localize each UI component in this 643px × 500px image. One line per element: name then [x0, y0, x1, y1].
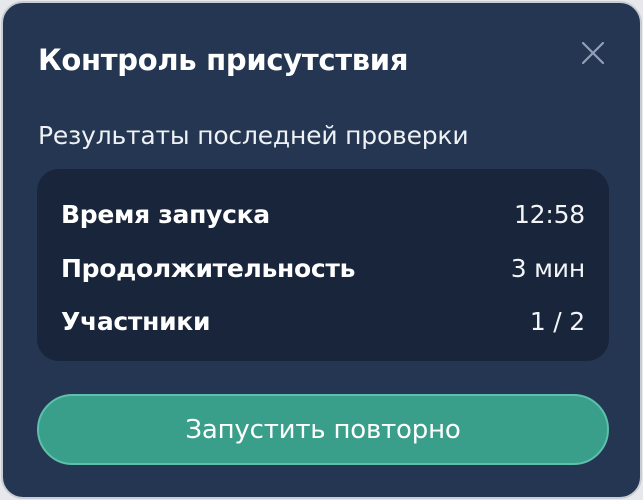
result-value: 3 мин: [510, 253, 586, 283]
close-icon: [581, 41, 605, 65]
result-row-participants: Участники 1 / 2: [61, 304, 585, 338]
close-button[interactable]: [577, 37, 609, 69]
attendance-dialog: Контроль присутствия Результаты последне…: [1, 1, 642, 499]
results-subtitle: Результаты последней проверки: [38, 121, 469, 150]
result-label: Продолжительность: [61, 253, 356, 283]
result-row-duration: Продолжительность 3 мин: [61, 251, 585, 285]
result-label: Участники: [61, 306, 211, 336]
result-value: 12:58: [513, 199, 585, 229]
results-card: Время запуска 12:58 Продолжительность 3 …: [37, 169, 609, 361]
result-value: 1 / 2: [529, 306, 585, 336]
result-label: Время запуска: [61, 199, 270, 229]
dialog-title: Контроль присутствия: [38, 43, 409, 77]
restart-button[interactable]: Запустить повторно: [37, 394, 609, 465]
result-row-start-time: Время запуска 12:58: [61, 197, 585, 231]
